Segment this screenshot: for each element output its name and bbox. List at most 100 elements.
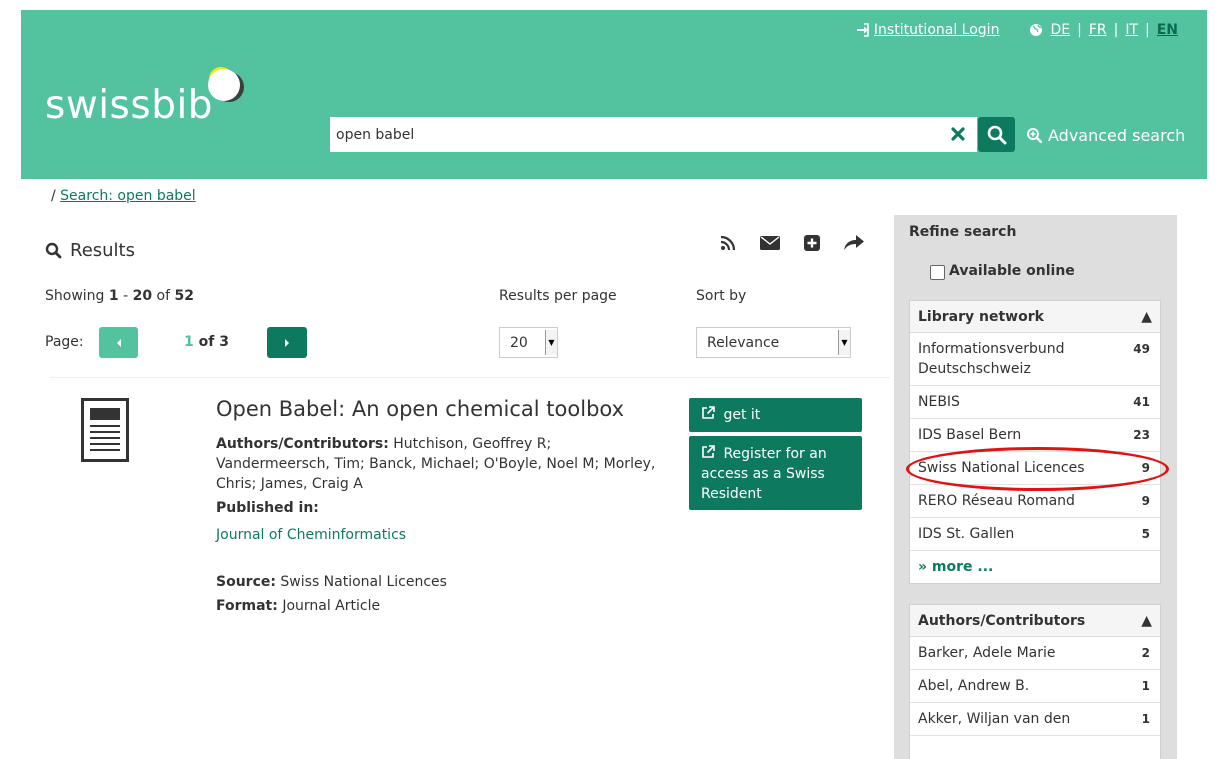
result-format: Format: Journal Article [216,596,380,616]
swissbib-logo[interactable]: swissbib [45,86,213,125]
facet-item-label: Abel, Andrew B. [918,678,1030,694]
result-source: Source: Swiss National Licences [216,572,447,592]
lang-de-link[interactable]: DE [1050,22,1070,38]
library-network-header[interactable]: Library network ▲ [910,301,1160,333]
facet-item-count: 5 [1141,527,1150,541]
advanced-search-link[interactable]: Advanced search [1027,126,1185,145]
showing-to: 20 [132,288,153,304]
share-icon[interactable] [844,233,864,253]
page-label: Page: [45,334,84,350]
format-label: Format: [216,598,278,614]
sort-value: Relevance [707,334,780,351]
facet-item-count: 1 [1141,679,1150,693]
results-per-page-label: Results per page [499,288,617,304]
search-button[interactable] [978,117,1015,152]
facet-item[interactable]: IDS St. Gallen 5 [910,518,1160,551]
dropdown-arrow-icon: ▼ [545,330,557,355]
lang-en-link[interactable]: EN [1157,22,1178,38]
published-in: Published in: [216,498,319,518]
add-to-favorites-icon[interactable] [802,233,822,253]
login-label[interactable]: Institutional Login [874,22,1000,38]
authors-label: Authors/Contributors: [216,436,389,452]
facet-item[interactable]: RERO Réseau Romand 9 [910,485,1160,518]
results-per-page-select[interactable]: 20 ▼ [499,327,558,358]
next-page-button[interactable] [267,327,307,358]
facet-item-label: RERO Réseau Romand [918,493,1075,509]
facet-item[interactable]: Barker, Adele Marie 2 [910,637,1160,670]
search-box [330,117,977,152]
authors-facet: Authors/Contributors ▲ Barker, Adele Mar… [909,604,1161,759]
result-actions [718,233,864,253]
format-value: Journal Article [282,598,381,614]
facet-item-count: 23 [1133,428,1150,442]
facet-item-swiss-national-licences[interactable]: Swiss National Licences 9 [910,452,1160,485]
facet-item[interactable]: Akker, Wiljan van den 1 [910,703,1160,736]
facet-item-label: Informationsverbund Deutschschweiz [918,341,1065,377]
register-access-button[interactable]: Register for an access as a Swiss Reside… [689,436,862,510]
get-it-label: get it [723,407,761,423]
lang-it-link[interactable]: IT [1125,22,1138,38]
available-online-filter[interactable]: Available online [930,261,1075,280]
search-input[interactable] [330,117,940,152]
top-bar: Institutional Login DE | FR | IT | EN [856,22,1178,38]
library-network-title: Library network [918,308,1044,325]
facet-item[interactable]: Abel, Andrew B. 1 [910,670,1160,703]
clear-search-icon[interactable] [949,125,967,143]
facet-item-label: IDS Basel Bern [918,427,1022,443]
facet-item-count: 9 [1141,461,1150,475]
facet-item[interactable]: Informationsverbund Deutschschweiz 49 [910,333,1160,386]
results-divider [50,377,890,378]
lang-separator: | [1077,22,1082,38]
language-switcher: DE | FR | IT | EN [1029,22,1178,38]
sort-label: Sort by [696,288,747,304]
showing-prefix: Showing [45,288,105,304]
facet-item-label: NEBIS [918,394,960,410]
external-link-icon [702,406,715,419]
published-label: Published in: [216,500,319,516]
dropdown-arrow-icon: ▼ [838,330,850,355]
authors-facet-header[interactable]: Authors/Contributors ▲ [910,605,1160,637]
results-per-page-value: 20 [510,334,528,351]
results-title: Results [70,240,135,261]
facet-item-count: 49 [1133,342,1150,356]
email-icon[interactable] [760,233,780,253]
showing-of: of [156,288,171,304]
get-it-button[interactable]: get it [689,398,862,432]
facet-item-label: Barker, Adele Marie [918,645,1056,661]
breadcrumb-search-link[interactable]: Search: open babel [60,188,196,204]
institutional-login-link[interactable]: Institutional Login [856,22,1000,38]
journal-link[interactable]: Journal of Cheminformatics [216,525,406,545]
result-title-link[interactable]: Open Babel: An open chemical toolbox [216,397,624,421]
sign-in-icon [856,23,869,37]
zoom-in-icon [1027,128,1042,143]
facet-item-count: 1 [1141,712,1150,726]
previous-page-button[interactable] [99,327,138,358]
lang-separator: | [1145,22,1150,38]
source-value: Swiss National Licences [280,574,447,590]
logo-circles-icon [208,67,244,102]
collapse-triangle-icon[interactable]: ▲ [1141,309,1152,325]
facet-item[interactable]: IDS Basel Bern 23 [910,419,1160,452]
document-icon[interactable] [81,398,129,462]
facet-item-count: 2 [1141,646,1150,660]
caret-right-icon [285,338,289,347]
lang-fr-link[interactable]: FR [1089,22,1107,38]
caret-left-icon [116,338,121,347]
search-icon [987,125,1006,144]
showing-from: 1 [108,288,119,304]
page-indicator: 1 of 3 [184,334,229,350]
site-header: swissbib Institutional Login DE | FR | I… [21,10,1207,179]
lang-separator: | [1113,22,1119,38]
advanced-search-label[interactable]: Advanced search [1048,126,1185,145]
more-library-networks-link[interactable]: » more ... [910,551,1160,583]
result-authors: Authors/Contributors: Hutchison, Geoffre… [216,434,656,494]
search-icon [45,242,62,259]
rss-icon[interactable] [718,233,738,253]
sort-select[interactable]: Relevance ▼ [696,327,851,358]
facet-item[interactable]: NEBIS 41 [910,386,1160,419]
available-online-checkbox[interactable] [930,265,945,280]
facet-item-label: Akker, Wiljan van den [918,711,1071,727]
facet-item-count: 41 [1133,395,1150,409]
collapse-triangle-icon[interactable]: ▲ [1141,613,1152,629]
available-online-label[interactable]: Available online [949,263,1075,279]
